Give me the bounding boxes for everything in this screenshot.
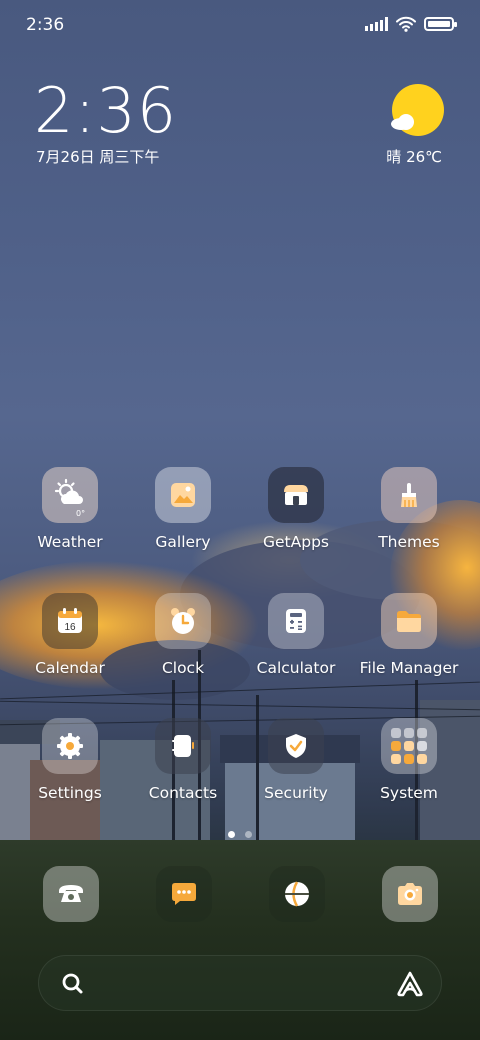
app-label: GetApps bbox=[263, 533, 329, 551]
calendar-day: 16 bbox=[64, 622, 76, 633]
camera-icon bbox=[398, 883, 422, 905]
status-time: 2:36 bbox=[26, 15, 65, 35]
app-settings[interactable]: Settings bbox=[14, 718, 126, 802]
clock-icon bbox=[155, 593, 211, 649]
settings-icon bbox=[42, 718, 98, 774]
getapps-icon bbox=[268, 467, 324, 523]
app-label: System bbox=[380, 784, 438, 802]
themes-icon bbox=[381, 467, 437, 523]
assistant-icon[interactable] bbox=[395, 969, 425, 999]
dock-messages[interactable] bbox=[156, 866, 212, 922]
app-weather[interactable]: 0° Weather bbox=[14, 467, 126, 551]
weather-icon bbox=[42, 467, 98, 523]
app-system-folder[interactable]: System bbox=[353, 718, 465, 802]
app-clock[interactable]: Clock bbox=[127, 593, 239, 677]
wifi-icon bbox=[396, 16, 416, 32]
search-bar[interactable] bbox=[38, 955, 442, 1011]
browser-icon bbox=[285, 881, 309, 907]
app-label: File Manager bbox=[359, 659, 459, 677]
app-label: Gallery bbox=[155, 533, 211, 551]
dock-camera[interactable] bbox=[382, 866, 438, 922]
app-calculator[interactable]: Calculator bbox=[240, 593, 352, 677]
page-dot-2[interactable] bbox=[245, 831, 252, 838]
calendar-icon: 16 bbox=[42, 593, 98, 649]
system-folder-icon bbox=[381, 718, 437, 774]
app-label: Clock bbox=[161, 659, 205, 677]
clock-widget-time[interactable]: 2:36 bbox=[34, 76, 177, 146]
contacts-icon bbox=[155, 718, 211, 774]
app-contacts[interactable]: Contacts bbox=[127, 718, 239, 802]
app-themes[interactable]: Themes bbox=[353, 467, 465, 551]
app-label: Contacts bbox=[148, 784, 218, 802]
app-label: Themes bbox=[378, 533, 440, 551]
signal-icon bbox=[365, 17, 388, 31]
gallery-icon bbox=[155, 467, 211, 523]
app-calendar[interactable]: 16 Calendar bbox=[14, 593, 126, 677]
app-label: Security bbox=[264, 784, 328, 802]
cloud-icon bbox=[391, 114, 417, 130]
file-manager-icon bbox=[381, 593, 437, 649]
page-dot-1[interactable] bbox=[228, 831, 235, 838]
app-label: Settings bbox=[38, 784, 102, 802]
search-icon[interactable] bbox=[59, 970, 87, 998]
battery-icon bbox=[424, 17, 457, 31]
weather-widget-text[interactable]: 晴 26℃ bbox=[386, 146, 442, 167]
app-label: Weather bbox=[37, 533, 103, 551]
phone-icon bbox=[59, 885, 83, 902]
app-label: Calendar bbox=[35, 659, 105, 677]
messages-icon bbox=[172, 883, 196, 905]
weather-temp-badge: 0° bbox=[76, 509, 86, 518]
status-bar: 2:36 bbox=[0, 0, 480, 50]
app-security[interactable]: Security bbox=[240, 718, 352, 802]
calculator-icon bbox=[268, 593, 324, 649]
clock-widget-date[interactable]: 7月26日 周三下午 bbox=[36, 146, 159, 167]
app-getapps[interactable]: GetApps bbox=[240, 467, 352, 551]
app-gallery[interactable]: Gallery bbox=[127, 467, 239, 551]
dock-phone[interactable] bbox=[43, 866, 99, 922]
dock-browser[interactable] bbox=[269, 866, 325, 922]
page-indicator[interactable] bbox=[0, 831, 480, 838]
security-icon bbox=[268, 718, 324, 774]
app-file-manager[interactable]: File Manager bbox=[353, 593, 465, 677]
app-label: Calculator bbox=[256, 659, 336, 677]
